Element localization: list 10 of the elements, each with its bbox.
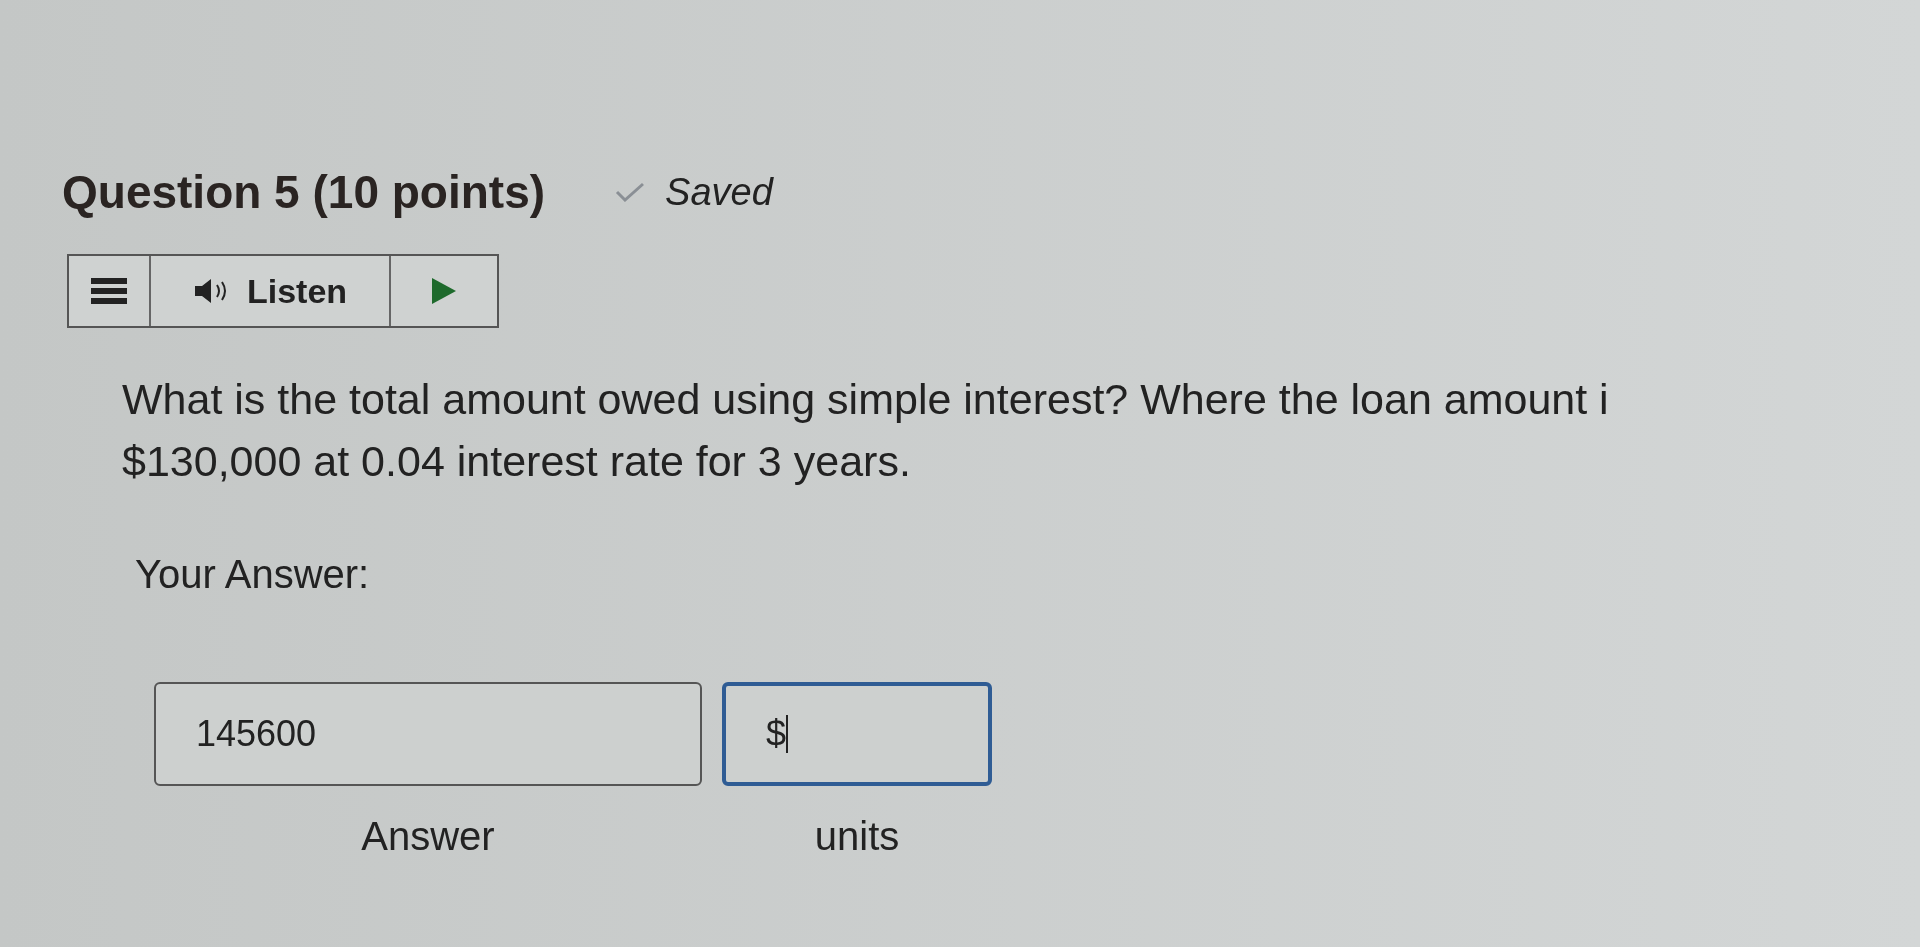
- answer-heading: Your Answer:: [135, 552, 371, 597]
- question-text: $130,000 at 0.04 interest rate for 3 years.: [122, 436, 912, 487]
- field-label: units: [814, 814, 900, 859]
- question-text: What is the total amount owed using simple interest? Where the loan amount i: [122, 374, 1610, 425]
- answer-field[interactable]: 145600: [154, 682, 702, 786]
- saved-status: Saved: [665, 170, 773, 214]
- question-title: Question 5 (10 points): [62, 165, 546, 219]
- listen-button[interactable]: Listen: [151, 256, 391, 326]
- answer-field[interactable]: $: [722, 682, 992, 786]
- field-label: Answer: [361, 814, 495, 859]
